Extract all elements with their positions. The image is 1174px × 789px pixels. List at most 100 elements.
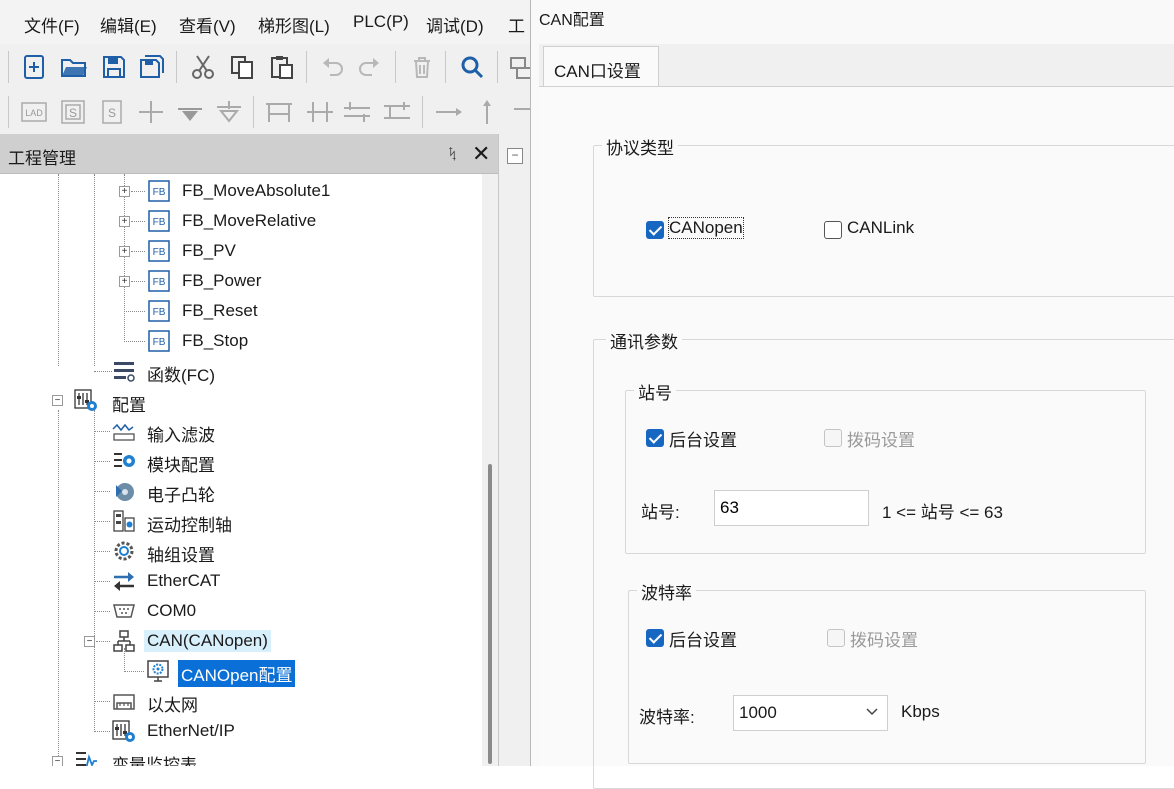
- close-icon[interactable]: ✕: [472, 141, 490, 167]
- project-panel-header: 工程管理 ᛪ ✕: [0, 134, 498, 174]
- baud-backend-label[interactable]: 后台设置: [669, 626, 737, 651]
- fb-icon-text: FB: [153, 217, 166, 228]
- menu-view[interactable]: 查看(V): [179, 12, 236, 37]
- function-block-icon: FB: [148, 180, 170, 202]
- menu-plc[interactable]: PLC(P): [353, 12, 409, 32]
- pin-icon[interactable]: ᛪ: [448, 146, 457, 163]
- vertical-line-icon[interactable]: [470, 95, 504, 129]
- toolbar-separator: [176, 51, 177, 83]
- menu-ladder[interactable]: 梯形图(L): [258, 12, 330, 37]
- parallel-open-icon[interactable]: [380, 95, 414, 129]
- expand-icon[interactable]: +: [119, 276, 130, 287]
- station-dip-label[interactable]: 拨码设置: [847, 426, 915, 451]
- expand-icon[interactable]: +: [119, 186, 130, 197]
- parallel-branch-icon[interactable]: [262, 95, 296, 129]
- baud-dip-label[interactable]: 拨码设置: [850, 626, 918, 651]
- canopen-label[interactable]: CANopen: [668, 217, 744, 239]
- fb-icon-text: FB: [153, 337, 166, 348]
- canlink-checkbox[interactable]: [824, 221, 842, 239]
- expand-icon[interactable]: +: [119, 246, 130, 257]
- collapse-icon[interactable]: −: [84, 636, 95, 647]
- tree-node-label: FB_Reset: [182, 301, 258, 320]
- tab-can-port-settings[interactable]: CAN口设置: [543, 46, 659, 86]
- search-icon[interactable]: [455, 50, 489, 84]
- parallel-join-icon[interactable]: [303, 95, 337, 129]
- parallel-close-icon[interactable]: [340, 95, 374, 129]
- s-outline-icon[interactable]: S: [95, 95, 129, 129]
- station-dip-checkbox[interactable]: [824, 429, 842, 447]
- toolbar-separator: [445, 51, 446, 83]
- station-range-hint: 1 <= 站号 <= 63: [882, 503, 1003, 522]
- baud-rate-label: 波特率:: [639, 708, 695, 727]
- horizontal-line-icon[interactable]: [432, 95, 466, 129]
- toolbar-separator: [306, 51, 307, 83]
- network-icon[interactable]: [504, 50, 530, 84]
- standard-toolbar: [0, 44, 530, 90]
- collapse-icon[interactable]: −: [52, 395, 63, 406]
- tree-guide-line: [131, 251, 145, 252]
- serial-port-icon: [113, 604, 135, 618]
- ladder-toolbar: LAD S S: [0, 90, 530, 134]
- baud-dip-checkbox[interactable]: [827, 629, 845, 647]
- lad-icon[interactable]: LAD: [17, 95, 51, 129]
- horizontal-segment-icon[interactable]: [508, 95, 530, 129]
- function-block-icon: FB: [148, 240, 170, 262]
- save-icon[interactable]: [97, 50, 131, 84]
- canopen-checkbox[interactable]: [646, 221, 664, 239]
- tree-node-label: 电子凸轮: [147, 486, 215, 505]
- tree-guide-line: [94, 521, 110, 522]
- can-config-dialog: CAN配置 CAN口设置 协议类型 CANopen CANLink 通讯参数 站…: [530, 0, 1174, 789]
- tree-guide-line: [94, 491, 110, 492]
- function-block-icon: FB: [148, 210, 170, 232]
- collapse-icon[interactable]: −: [507, 148, 523, 164]
- cut-icon[interactable]: [186, 50, 220, 84]
- input-filter-icon: [112, 423, 135, 441]
- ethernet-port-icon: [113, 694, 135, 710]
- dialog-body: CAN口设置 协议类型 CANopen CANLink 通讯参数 站号 后台设置: [539, 44, 1174, 789]
- menu-tools[interactable]: 工: [508, 12, 525, 37]
- module-config-icon: [114, 453, 135, 467]
- comm-params-group: 通讯参数 站号 后台设置 拨码设置 站号: 1 <= 站号 <= 63 波特率: [593, 328, 1174, 789]
- coil-down-outline-icon[interactable]: [212, 95, 246, 129]
- tree-scrollbar[interactable]: [482, 174, 498, 766]
- station-backend-checkbox[interactable]: [646, 429, 664, 447]
- copy-icon[interactable]: [225, 50, 259, 84]
- tree-guide-line: [58, 174, 59, 366]
- new-file-icon[interactable]: [17, 50, 51, 84]
- toolbar-separator: [253, 96, 254, 128]
- tree-guide-line: [94, 581, 110, 582]
- tree-node-label: FB_MoveRelative: [182, 211, 317, 230]
- undo-icon[interactable]: [315, 50, 349, 84]
- delete-icon[interactable]: [405, 50, 439, 84]
- canlink-label[interactable]: CANLink: [847, 218, 914, 238]
- contact-icon[interactable]: [134, 95, 168, 129]
- s-block-icon-text: S: [69, 106, 77, 120]
- tree-node-label: 轴组设置: [147, 546, 215, 565]
- chevron-down-icon: [865, 704, 879, 721]
- tree-guide-line: [94, 431, 110, 432]
- menu-file[interactable]: 文件(F): [24, 12, 80, 37]
- coil-down-icon[interactable]: [173, 95, 207, 129]
- menu-debug[interactable]: 调试(D): [426, 12, 484, 37]
- open-folder-icon[interactable]: [57, 50, 91, 84]
- station-number-input[interactable]: [714, 490, 869, 526]
- paste-icon[interactable]: [265, 50, 299, 84]
- tree-guide-line: [124, 174, 125, 342]
- s-block-icon[interactable]: S: [56, 95, 90, 129]
- tree-guide-line: [124, 311, 145, 312]
- station-backend-label[interactable]: 后台设置: [669, 426, 737, 451]
- menu-edit[interactable]: 编辑(E): [100, 12, 157, 37]
- collapse-icon[interactable]: −: [52, 756, 63, 766]
- tree-guide-line: [124, 671, 144, 672]
- group-legend: 通讯参数: [606, 328, 682, 353]
- baud-backend-checkbox[interactable]: [646, 629, 664, 647]
- baud-rate-select[interactable]: 1000: [733, 695, 888, 731]
- scroll-thumb[interactable]: [488, 464, 492, 764]
- tree-node-label: 配置: [112, 396, 146, 415]
- expand-icon[interactable]: +: [119, 216, 130, 227]
- gear-icon: [114, 541, 134, 561]
- redo-icon[interactable]: [353, 50, 387, 84]
- save-all-icon[interactable]: [135, 50, 169, 84]
- group-legend: 站号: [634, 379, 676, 404]
- project-tree: + FB FB_MoveAbsolute1 + FB FB_MoveRelati…: [0, 174, 482, 766]
